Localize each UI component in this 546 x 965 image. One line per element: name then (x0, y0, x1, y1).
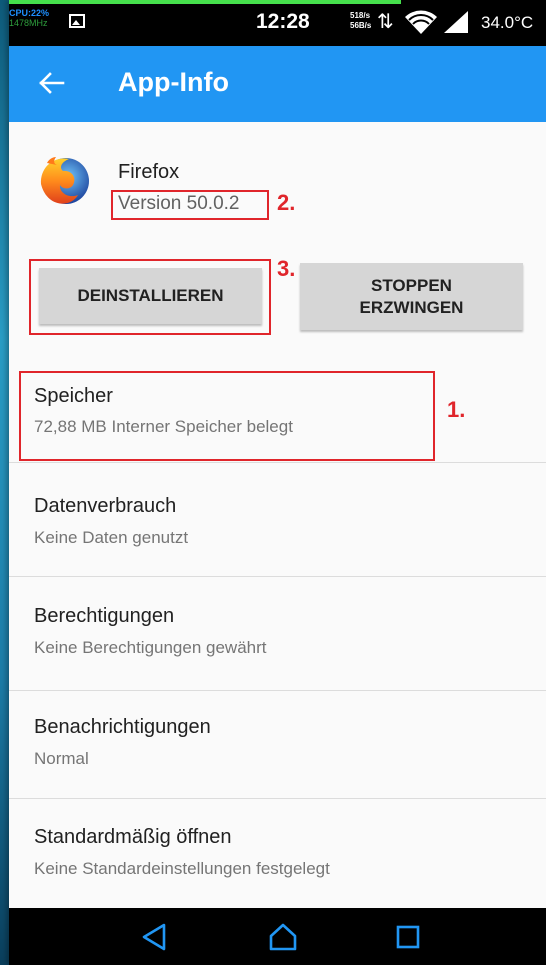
data-transfer-icon: ⇅ (377, 11, 394, 33)
home-icon[interactable] (268, 922, 298, 952)
navigation-bar (9, 908, 546, 965)
wifi-icon (405, 10, 437, 34)
network-speed: 518/s 56B/s (350, 11, 371, 31)
cpu-monitor: CPU:22% 1478MHz (9, 8, 49, 28)
back-triangle-icon[interactable] (141, 922, 167, 952)
annotation-box-uninstall (29, 259, 271, 335)
annotation-box-storage (19, 371, 435, 461)
net-up-speed: 518/s (350, 11, 371, 20)
force-stop-label-line1: STOPPEN (371, 275, 452, 295)
divider (9, 462, 546, 463)
list-item-data-usage[interactable]: Datenverbrauch Keine Daten genutzt (9, 473, 546, 579)
list-item-title: Datenverbrauch (34, 495, 177, 517)
annotation-box-version (111, 190, 269, 220)
image-notification-icon (69, 14, 85, 28)
list-item-open-by-default[interactable]: Standardmäßig öffnen Keine Standardeinst… (9, 801, 546, 907)
annotation-number-1: 1. (447, 397, 466, 422)
cell-signal-icon (444, 11, 468, 33)
force-stop-label-line2: ERZWINGEN (359, 297, 464, 317)
firefox-icon (40, 157, 89, 204)
list-item-subtitle: Normal (34, 749, 89, 768)
app-bar: App-Info (9, 46, 546, 122)
recents-icon[interactable] (395, 922, 421, 952)
phone-screen: CPU:22% 1478MHz 12:28 518/s 56B/s ⇅ 34.0… (9, 0, 546, 965)
list-item-title: Benachrichtigungen (34, 716, 211, 738)
divider (9, 798, 546, 799)
back-arrow-icon[interactable] (37, 68, 67, 98)
list-item-title: Berechtigungen (34, 605, 175, 627)
page-title: App-Info (118, 67, 229, 97)
list-item-subtitle: Keine Daten genutzt (34, 528, 189, 547)
status-bar: CPU:22% 1478MHz 12:28 518/s 56B/s ⇅ 34.0… (9, 0, 546, 46)
status-progress-line (9, 0, 401, 4)
annotation-number-3: 3. (277, 256, 296, 281)
temperature-readout: 34.0°C (481, 13, 534, 32)
list-item-subtitle: Keine Berechtigungen gewährt (34, 638, 267, 657)
list-item-permissions[interactable]: Berechtigungen Keine Berechtigungen gewä… (9, 581, 546, 687)
divider (9, 576, 546, 577)
clock: 12:28 (256, 10, 310, 33)
cpu-usage: CPU:22% (9, 8, 50, 18)
list-item-subtitle: Keine Standardeinstellungen festgelegt (34, 859, 330, 878)
net-down-speed: 56B/s (350, 21, 372, 30)
cpu-frequency: 1478MHz (9, 18, 48, 28)
list-item-notifications[interactable]: Benachrichtigungen Normal (9, 691, 546, 797)
force-stop-button[interactable]: STOPPEN ERZWINGEN (300, 263, 523, 330)
list-item-title: Standardmäßig öffnen (34, 826, 232, 848)
annotation-number-2: 2. (277, 190, 296, 215)
app-name: Firefox (118, 161, 180, 183)
